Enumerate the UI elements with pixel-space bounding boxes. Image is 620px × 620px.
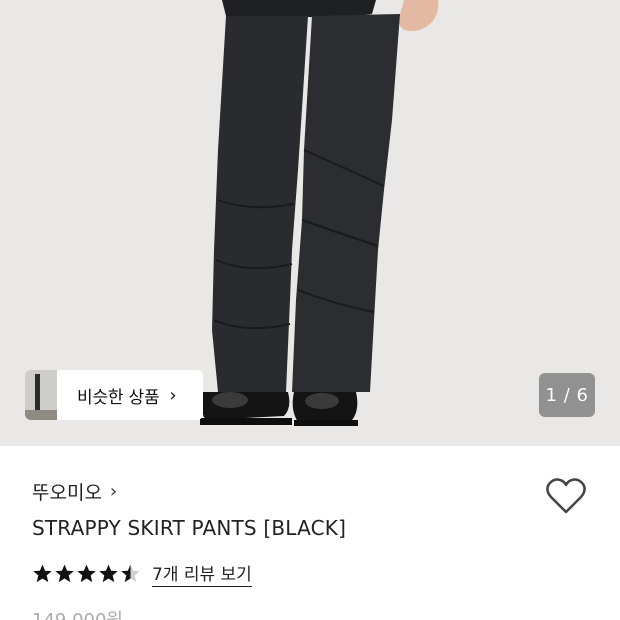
chevron-right-icon: ›: [109, 481, 118, 502]
brand-name: 뚜오미오: [32, 482, 102, 504]
product-price: 149,000원: [32, 606, 123, 620]
rating-row: 7개 리뷰 보기: [32, 560, 252, 587]
image-counter-badge: 1 / 6: [539, 373, 595, 417]
brand-link[interactable]: 뚜오미오 ›: [32, 478, 117, 505]
product-title: STRAPPY SKIRT PANTS [BLACK]: [32, 516, 347, 540]
similar-products-label-box[interactable]: 비슷한 상품 ›: [57, 370, 203, 420]
star-half-icon: [121, 564, 140, 583]
product-image-gallery[interactable]: 비슷한 상품 › 1 / 6: [0, 0, 620, 446]
star-rating: [32, 563, 142, 584]
thumbnail-image-icon: [25, 370, 57, 420]
similar-products-button[interactable]: 비슷한 상품 ›: [25, 370, 203, 420]
reviews-link[interactable]: 7개 리뷰 보기: [152, 560, 252, 587]
wishlist-heart-icon[interactable]: [545, 476, 587, 516]
product-detail-page: 비슷한 상품 › 1 / 6 뚜오미오 › STRAPPY SKIRT PANT…: [0, 0, 620, 620]
star-full-icon: [99, 564, 118, 583]
star-full-icon: [77, 564, 96, 583]
star-full-icon: [33, 564, 52, 583]
star-full-icon: [55, 564, 74, 583]
chevron-right-icon: ›: [169, 384, 177, 406]
similar-products-thumbnail: [25, 370, 57, 420]
similar-products-label: 비슷한 상품: [77, 387, 160, 408]
